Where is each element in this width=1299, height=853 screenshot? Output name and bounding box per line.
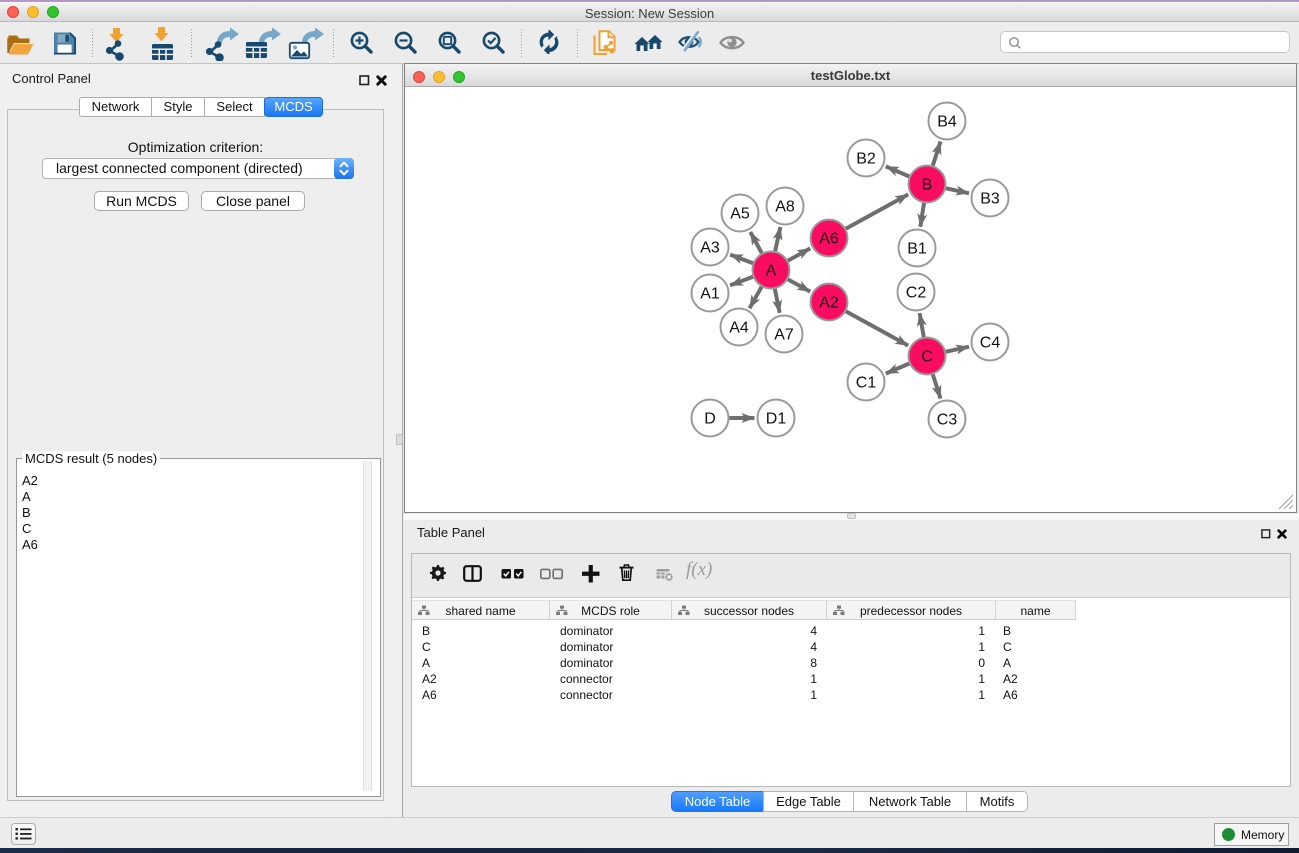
svg-text:B: B <box>922 177 933 194</box>
svg-text:D: D <box>704 411 716 428</box>
svg-text:B1: B1 <box>907 241 927 258</box>
svg-text:A2: A2 <box>819 295 839 312</box>
svg-text:D1: D1 <box>766 411 787 428</box>
svg-text:A8: A8 <box>775 199 795 216</box>
svg-text:A1: A1 <box>700 286 720 303</box>
svg-text:B3: B3 <box>980 191 1000 208</box>
svg-text:A4: A4 <box>729 320 749 337</box>
svg-text:A3: A3 <box>700 240 720 257</box>
svg-text:A: A <box>766 263 777 280</box>
svg-text:C2: C2 <box>906 285 927 302</box>
svg-text:C: C <box>921 349 933 366</box>
svg-text:A6: A6 <box>819 231 839 248</box>
svg-text:B2: B2 <box>856 151 876 168</box>
svg-text:C1: C1 <box>856 375 877 392</box>
svg-text:B4: B4 <box>937 114 957 131</box>
svg-text:A7: A7 <box>774 327 794 344</box>
svg-text:A5: A5 <box>730 206 750 223</box>
svg-text:C3: C3 <box>937 412 958 429</box>
svg-text:C4: C4 <box>980 335 1001 352</box>
